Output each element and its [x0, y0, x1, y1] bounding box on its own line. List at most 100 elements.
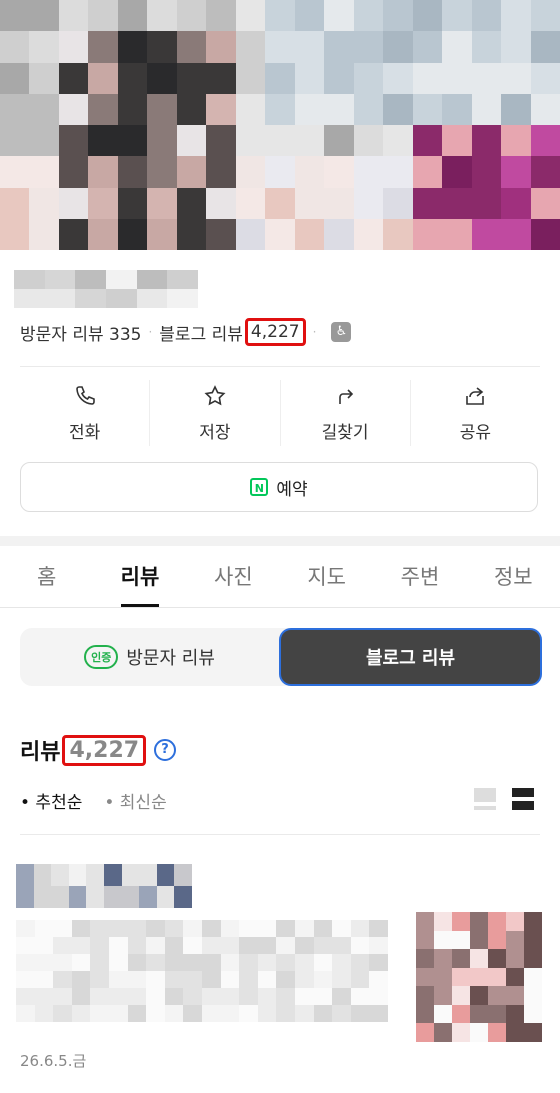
- tab-map[interactable]: 지도: [280, 546, 373, 607]
- reserve-button[interactable]: N 예약: [20, 462, 538, 512]
- mosaic-tile: [530, 218, 560, 250]
- mosaic-tile: [146, 954, 165, 971]
- mosaic-tile: [16, 988, 35, 1005]
- mosaic-tile: [146, 988, 165, 1005]
- mosaic-tile: [202, 920, 221, 937]
- mosaic-tile: [442, 187, 472, 219]
- mosaic-tile: [530, 0, 560, 32]
- mosaic-tile: [324, 156, 354, 188]
- mosaic-tile: [524, 1023, 542, 1042]
- mosaic-tile: [295, 920, 314, 937]
- list-view-icon[interactable]: [512, 788, 534, 810]
- mosaic-tile: [206, 156, 236, 188]
- mosaic-tile: [471, 0, 502, 32]
- mosaic-tile: [34, 1005, 54, 1022]
- mosaic-tile: [524, 1004, 542, 1024]
- divider: [20, 834, 540, 835]
- tab-nearby[interactable]: 주변: [373, 546, 466, 607]
- mosaic-tile: [117, 93, 148, 125]
- mosaic-tile: [265, 0, 295, 32]
- mosaic-tile: [530, 125, 560, 157]
- mosaic-tile: [412, 156, 443, 188]
- tab-photo[interactable]: 사진: [187, 546, 280, 607]
- tab-home[interactable]: 홈: [0, 546, 93, 607]
- blog-review-tab-label: 블로그 리뷰: [365, 648, 456, 669]
- mosaic-tile: [276, 937, 295, 954]
- save-button[interactable]: 저장: [150, 380, 281, 446]
- sort-latest[interactable]: • 최신순: [104, 788, 166, 813]
- directions-button[interactable]: 길찾기: [281, 380, 411, 446]
- mosaic-tile: [265, 156, 295, 188]
- mosaic-tile: [146, 1005, 165, 1022]
- mosaic-tile: [324, 187, 354, 219]
- mosaic-tile: [58, 187, 89, 219]
- mosaic-tile: [452, 930, 470, 950]
- mosaic-tile: [434, 967, 452, 987]
- share-icon: [466, 386, 485, 405]
- mosaic-tile: [471, 31, 502, 63]
- mosaic-tile: [164, 1005, 184, 1022]
- mosaic-tile: [524, 967, 542, 987]
- share-button[interactable]: 공유: [411, 380, 540, 446]
- mosaic-tile: [369, 988, 388, 1005]
- mosaic-tile: [156, 864, 175, 886]
- visitor-review-tab[interactable]: 인증 방문자 리뷰: [20, 628, 279, 686]
- mosaic-tile: [164, 971, 184, 988]
- mosaic-tile: [506, 1023, 524, 1042]
- blog-review-tab[interactable]: 블로그 리뷰: [279, 628, 542, 686]
- blog-review-label[interactable]: 블로그 리뷰: [159, 320, 243, 345]
- mosaic-tile: [167, 270, 198, 289]
- mosaic-tile: [117, 62, 148, 94]
- mosaic-tile: [104, 886, 122, 908]
- mosaic-tile: [324, 0, 354, 32]
- mosaic-tile: [471, 156, 502, 188]
- mosaic-tile: [53, 971, 72, 988]
- mosaic-tile: [434, 949, 452, 968]
- mosaic-tile: [235, 187, 266, 219]
- hero-photo-pixelated[interactable]: [0, 0, 560, 250]
- mosaic-tile: [470, 949, 488, 968]
- help-icon[interactable]: ?: [154, 739, 177, 761]
- tab-info[interactable]: 정보: [467, 546, 560, 607]
- mosaic-tile: [136, 270, 168, 289]
- mosaic-tile: [332, 920, 351, 937]
- review-thumbnail-blurred[interactable]: [416, 912, 542, 1042]
- mosaic-tile: [350, 954, 370, 971]
- mosaic-tile: [147, 187, 177, 219]
- card-view-icon[interactable]: [474, 788, 496, 810]
- mosaic-tile: [206, 0, 236, 32]
- mosaic-tile: [332, 937, 351, 954]
- mosaic-tile: [416, 949, 434, 968]
- tab-review[interactable]: 리뷰: [93, 546, 186, 607]
- mosaic-tile: [16, 971, 35, 988]
- mosaic-tile: [16, 886, 34, 908]
- visitor-review-count[interactable]: 방문자 리뷰 335: [20, 320, 141, 345]
- mosaic-tile: [265, 218, 295, 250]
- mosaic-tile: [206, 93, 236, 125]
- separator-dot: ·: [148, 325, 153, 339]
- mosaic-tile: [442, 31, 472, 63]
- mosaic-tile: [14, 289, 45, 308]
- mosaic-tile: [506, 912, 524, 931]
- mosaic-tile: [501, 125, 531, 157]
- mosaic-tile: [276, 971, 295, 988]
- mosaic-tile: [501, 218, 531, 250]
- mosaic-tile: [313, 954, 333, 971]
- mosaic-tile: [235, 125, 266, 157]
- mosaic-tile: [488, 967, 506, 987]
- mosaic-tile: [235, 62, 266, 94]
- mosaic-tile: [235, 156, 266, 188]
- mosaic-tile: [71, 954, 91, 971]
- mosaic-tile: [294, 187, 325, 219]
- mosaic-tile: [183, 954, 202, 971]
- mosaic-tile: [353, 31, 384, 63]
- mosaic-tile: [239, 971, 258, 988]
- mosaic-tile: [416, 1023, 434, 1042]
- mosaic-tile: [121, 886, 140, 908]
- mosaic-tile: [332, 954, 351, 971]
- sort-recommended[interactable]: • 추천순: [20, 788, 82, 813]
- mosaic-tile: [16, 920, 35, 937]
- directions-arrow-icon: [339, 388, 354, 404]
- mosaic-tile: [412, 62, 443, 94]
- call-button[interactable]: 전화: [20, 380, 151, 446]
